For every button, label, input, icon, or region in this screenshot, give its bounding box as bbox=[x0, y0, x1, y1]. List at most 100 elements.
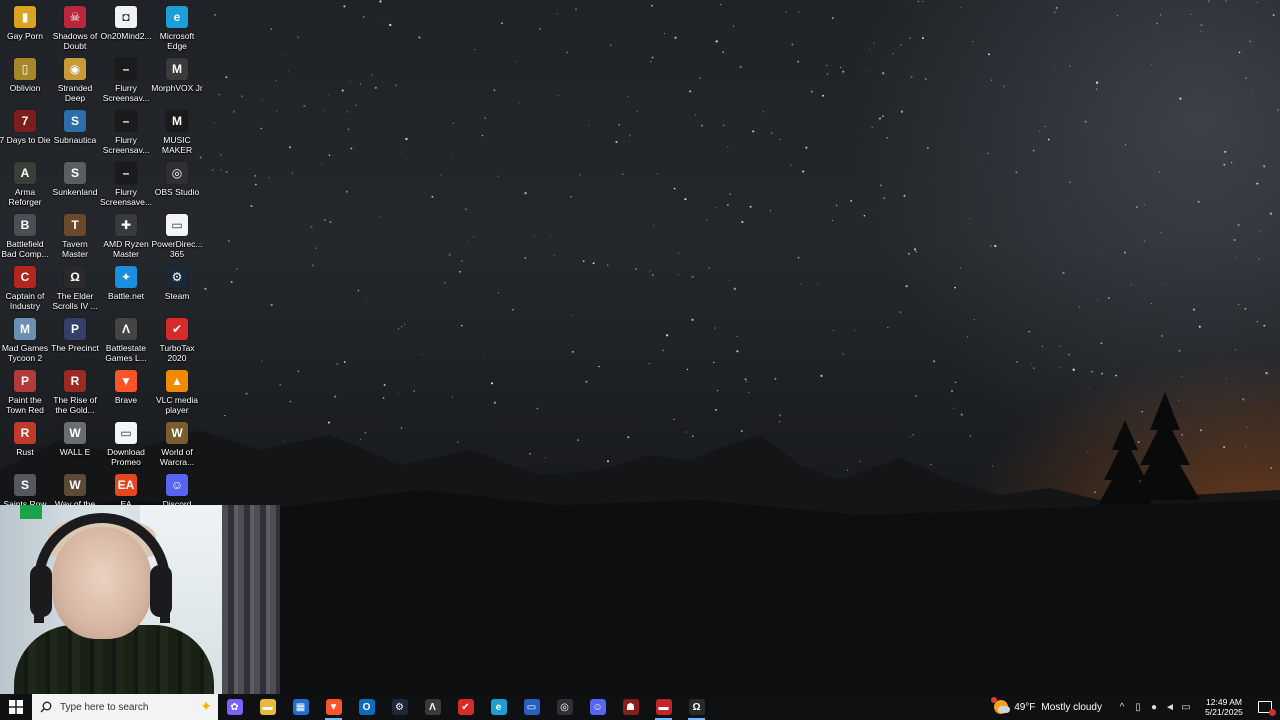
desktop-icon[interactable]: ▭ Download Promeo bbox=[101, 418, 151, 470]
star bbox=[917, 0, 920, 3]
desktop-icon[interactable]: ✔ TurboTax 2020 bbox=[152, 314, 202, 366]
taskbar-app-oblivion[interactable]: Ω bbox=[680, 694, 713, 720]
desktop-icon[interactable]: W World of Warcra... bbox=[152, 418, 202, 470]
star bbox=[636, 110, 639, 113]
desktop-icon[interactable]: ◉ Stranded Deep bbox=[50, 54, 100, 106]
star bbox=[401, 326, 403, 328]
star bbox=[1032, 149, 1035, 152]
desktop-icon[interactable]: ⚙ Steam bbox=[152, 262, 202, 314]
taskbar-app-game[interactable]: ☗ bbox=[614, 694, 647, 720]
taskbar-app-task-view[interactable]: ▭ bbox=[515, 694, 548, 720]
star bbox=[881, 115, 885, 118]
desktop-icon[interactable]: S Sunkenland bbox=[50, 158, 100, 210]
taskbar-app-game-red[interactable]: ▬ bbox=[647, 694, 680, 720]
desktop-icon-label: AMD Ryzen Master bbox=[103, 239, 149, 259]
taskbar-app-edge[interactable]: e bbox=[482, 694, 515, 720]
game-icon: A bbox=[14, 162, 36, 184]
desktop-icon[interactable]: Ω The Elder Scrolls IV ... bbox=[50, 262, 100, 314]
star bbox=[1002, 85, 1005, 88]
desktop-icon[interactable]: M Mad Games Tycoon 2 bbox=[0, 314, 50, 366]
desktop-icon[interactable]: S Subnautica bbox=[50, 106, 100, 158]
desktop-icon[interactable]: ▼ Brave bbox=[101, 366, 151, 418]
desktop-icon[interactable]: B Battlefield Bad Comp... bbox=[0, 210, 50, 262]
taskbar-app-obs[interactable]: ◎ bbox=[548, 694, 581, 720]
desktop-icon[interactable]: e Microsoft Edge bbox=[152, 2, 202, 54]
star bbox=[1054, 11, 1056, 14]
taskbar-app-battlestate[interactable]: Λ bbox=[416, 694, 449, 720]
desktop-icon[interactable]: P The Precinct bbox=[50, 314, 100, 366]
star bbox=[1078, 306, 1081, 308]
desktop-icon[interactable]: – Flurry Screensave... bbox=[100, 158, 152, 210]
desktop-icon[interactable]: ◘ On20Mind2... bbox=[100, 2, 152, 54]
taskbar-clock[interactable]: 12:49 AM 5/21/2025 bbox=[1198, 697, 1250, 717]
star bbox=[665, 334, 669, 337]
star bbox=[275, 80, 277, 82]
weather-widget[interactable]: 49°F Mostly cloudy bbox=[991, 697, 1102, 714]
desktop-icon[interactable]: ✦ Battle.net bbox=[101, 262, 151, 314]
desktop-icon[interactable]: 7 7 Days to Die bbox=[0, 106, 51, 158]
taskbar-search-input[interactable]: Type here to search ✦ bbox=[32, 694, 218, 720]
taskbar-app-turbotax[interactable]: ✔ bbox=[449, 694, 482, 720]
desktop-icon[interactable]: R Rust bbox=[0, 418, 50, 470]
desktop-icon[interactable]: T Tavern Master bbox=[50, 210, 100, 262]
desktop-icon[interactable]: R The Rise of the Gold... bbox=[50, 366, 100, 418]
game-icon: C bbox=[14, 266, 36, 288]
desktop-icon[interactable]: ▮ Gay Porn bbox=[0, 2, 50, 54]
star bbox=[207, 96, 209, 98]
star bbox=[1101, 372, 1104, 375]
taskbar-app-microsoft-store[interactable]: ▦ bbox=[284, 694, 317, 720]
desktop-icon[interactable]: ▯ Oblivion bbox=[0, 54, 50, 106]
star bbox=[211, 169, 214, 172]
star bbox=[1117, 15, 1119, 17]
star bbox=[1032, 367, 1035, 370]
turbotax-icon: ✔ bbox=[457, 699, 474, 715]
desktop-icon[interactable]: M MUSIC MAKER bbox=[152, 106, 202, 158]
desktop-icon[interactable]: Λ Battlestate Games L... bbox=[101, 314, 151, 366]
notification-center-button[interactable] bbox=[1250, 701, 1280, 716]
taskbar-app-outlook[interactable]: O bbox=[350, 694, 383, 720]
star bbox=[1244, 308, 1247, 310]
taskbar-app-brave[interactable]: ▼ bbox=[317, 694, 350, 720]
desktop-icon[interactable]: M MorphVOX Jr bbox=[151, 54, 203, 106]
taskbar-app-discord[interactable]: ☺ bbox=[581, 694, 614, 720]
desktop-icon[interactable]: ▲ VLC media player bbox=[152, 366, 202, 418]
star bbox=[394, 84, 398, 87]
star bbox=[994, 244, 997, 248]
start-button[interactable] bbox=[0, 694, 32, 720]
speaker-icon[interactable]: ◄ bbox=[1162, 702, 1178, 713]
chevron-up-icon[interactable]: ^ bbox=[1114, 702, 1130, 713]
game-icon: B bbox=[14, 214, 36, 236]
desktop-icon[interactable]: W WALL E bbox=[50, 418, 100, 470]
star bbox=[1150, 303, 1152, 305]
star bbox=[887, 326, 889, 328]
star bbox=[550, 235, 552, 237]
steam-icon: ⚙ bbox=[391, 699, 408, 715]
star bbox=[512, 308, 514, 311]
desktop[interactable]: ▮ Gay Porn ▯ Oblivion 7 7 Days to Die A Arma Re… bbox=[0, 0, 1280, 694]
desktop-icon[interactable]: A Arma Reforger bbox=[0, 158, 50, 210]
microphone-icon[interactable]: ● bbox=[1146, 702, 1162, 713]
star bbox=[575, 8, 577, 10]
star bbox=[1192, 308, 1195, 311]
taskbar-app-copilot[interactable]: ✿ bbox=[218, 694, 251, 720]
desktop-icon[interactable]: C Captain of Industry bbox=[0, 262, 50, 314]
taskbar-app-file-explorer[interactable]: ▬ bbox=[251, 694, 284, 720]
network-icon[interactable]: ▭ bbox=[1178, 702, 1194, 713]
star bbox=[497, 175, 499, 177]
desktop-icon[interactable]: – Flurry Screensav... bbox=[101, 106, 151, 158]
star bbox=[649, 270, 651, 272]
device-icon[interactable]: ▯ bbox=[1130, 702, 1146, 713]
desktop-icon[interactable]: ◎ OBS Studio bbox=[152, 158, 202, 210]
star bbox=[1263, 324, 1266, 327]
file-icon: ▭ bbox=[166, 214, 188, 236]
star bbox=[451, 157, 453, 159]
star bbox=[236, 268, 238, 270]
star bbox=[684, 198, 687, 201]
desktop-icon[interactable]: ☠ Shadows of Doubt bbox=[50, 2, 100, 54]
desktop-icon[interactable]: ✚ AMD Ryzen Master bbox=[101, 210, 151, 262]
star bbox=[1249, 142, 1251, 144]
desktop-icon[interactable]: ▭ PowerDirec... 365 bbox=[151, 210, 203, 262]
desktop-icon[interactable]: – Flurry Screensav... bbox=[101, 54, 151, 106]
taskbar-app-steam[interactable]: ⚙ bbox=[383, 694, 416, 720]
desktop-icon[interactable]: P Paint the Town Red bbox=[0, 366, 50, 418]
